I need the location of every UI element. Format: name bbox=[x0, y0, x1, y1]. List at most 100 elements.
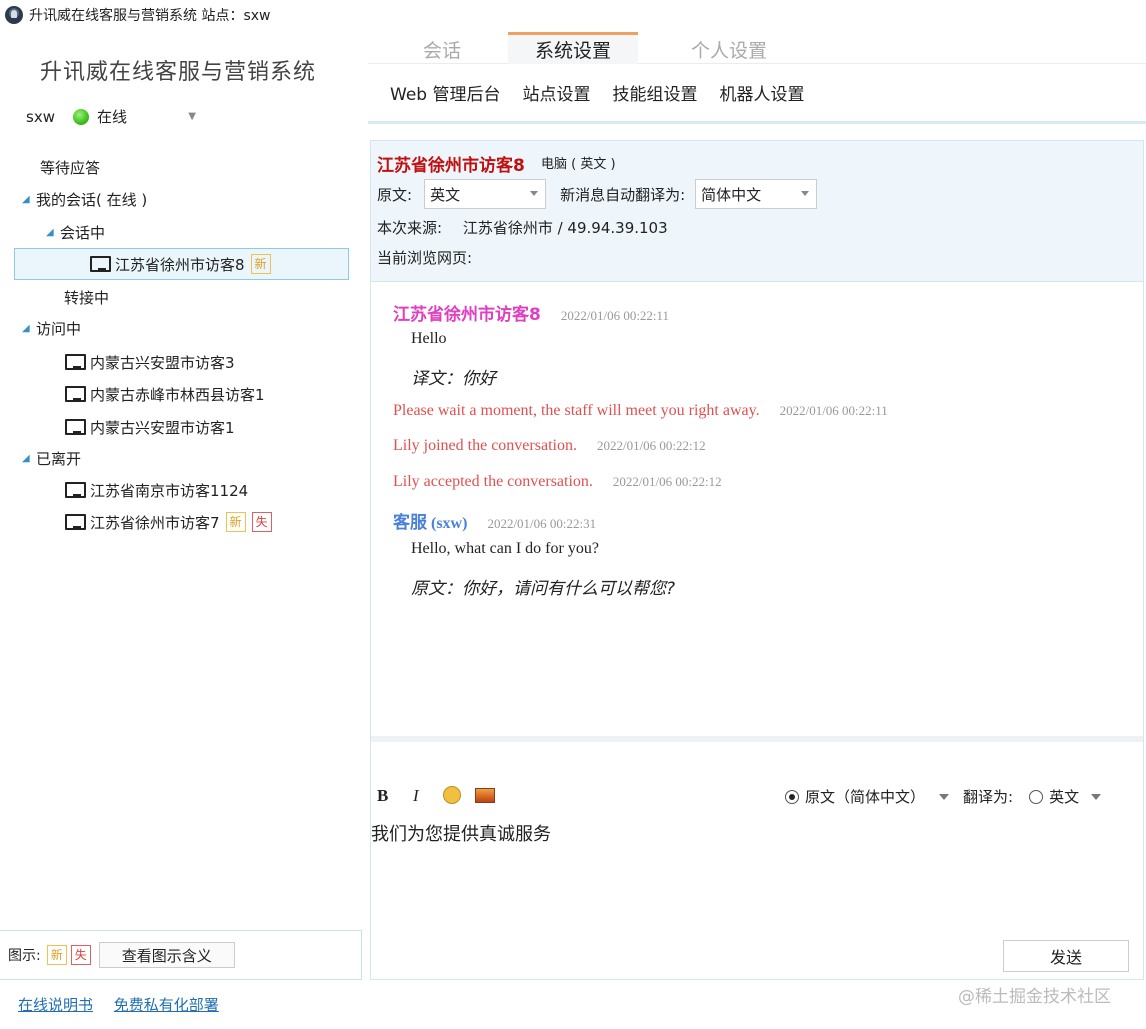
monitor-icon bbox=[64, 513, 86, 531]
chat-history[interactable]: 江苏省徐州市访客8 2022/01/06 00:22:11 Hello 译文：你… bbox=[370, 282, 1144, 736]
visitor-label: 江苏省徐州市访客8 bbox=[115, 255, 245, 274]
tab-conversation[interactable]: 会话 bbox=[394, 34, 490, 64]
tree-label: 已离开 bbox=[36, 449, 82, 468]
expand-triangle-icon[interactable]: ◢ bbox=[22, 323, 36, 334]
agent-message-header: 客服 (sxw) 2022/01/06 00:22:31 bbox=[393, 508, 596, 533]
system-message-text: Lily joined the conversation. bbox=[393, 437, 577, 454]
system-message-text: Please wait a moment, the staff will mee… bbox=[393, 402, 760, 419]
tree-node-transferring[interactable]: 转接中 bbox=[64, 284, 109, 310]
italic-button[interactable]: I bbox=[413, 786, 419, 806]
new-badge: 新 bbox=[46, 945, 67, 965]
tree-item-visitor[interactable]: 江苏省徐州市访客7 新 失 bbox=[64, 509, 272, 535]
message-timestamp: 2022/01/06 00:22:12 bbox=[612, 474, 722, 489]
subtab-site-settings[interactable]: 站点设置 bbox=[522, 80, 590, 105]
tree-label: 转接中 bbox=[64, 288, 110, 307]
compose-language-options: 原文（简体中文） 翻译为: 英文 bbox=[785, 786, 1109, 807]
tree-label: 等待应答 bbox=[40, 158, 101, 177]
caret-down-icon[interactable] bbox=[1091, 793, 1102, 800]
sender-username: (sxw) bbox=[431, 515, 468, 532]
legend-bar: 图示: 新 失 查看图示含义 bbox=[0, 930, 362, 980]
monitor-icon bbox=[64, 385, 86, 403]
expand-triangle-icon[interactable]: ◢ bbox=[46, 227, 60, 238]
compose-area: B I 原文（简体中文） 翻译为: 英文 我们为您提供真诚服务 发送 bbox=[370, 742, 1144, 980]
visitor-label: 江苏省南京市访客1124 bbox=[90, 481, 249, 500]
tree-item-selected-visitor[interactable]: 江苏省徐州市访客8 新 bbox=[14, 248, 349, 280]
original-radio[interactable] bbox=[785, 789, 799, 804]
subtab-web-admin[interactable]: Web 管理后台 bbox=[390, 80, 500, 105]
caret-down-icon bbox=[801, 191, 810, 196]
message-input[interactable]: 我们为您提供真诚服务 bbox=[371, 820, 551, 846]
private-deploy-link[interactable]: 免费私有化部署 bbox=[114, 996, 219, 1014]
tree-item-visitor[interactable]: 内蒙古兴安盟市访客3 bbox=[64, 349, 235, 375]
tree-label: 我的会话( 在线 ) bbox=[36, 190, 148, 209]
new-badge: 新 bbox=[250, 254, 271, 274]
view-legend-button[interactable]: 查看图示含义 bbox=[98, 942, 235, 968]
watermark: @稀土掘金技术社区 bbox=[958, 987, 1111, 1007]
tree-label: 访问中 bbox=[36, 319, 82, 338]
status-label: 在线 bbox=[96, 108, 127, 126]
message-original: 原文：你好，请问有什么可以帮您? bbox=[411, 579, 676, 599]
message-text: Hello bbox=[411, 330, 447, 347]
tree-node-my-sessions[interactable]: ◢ 我的会话( 在线 ) bbox=[22, 186, 147, 212]
tree-label: 会话中 bbox=[60, 223, 106, 242]
tree-node-in-session[interactable]: ◢ 会话中 bbox=[46, 219, 105, 245]
emoji-icon[interactable] bbox=[443, 786, 461, 804]
expand-triangle-icon[interactable]: ◢ bbox=[22, 453, 36, 464]
footer-links: 在线说明书 免费私有化部署 bbox=[18, 994, 235, 1015]
monitor-icon bbox=[64, 418, 86, 436]
settings-subtabs: Web 管理后台 站点设置 技能组设置 机器人设置 bbox=[368, 64, 1146, 124]
translate-radio[interactable] bbox=[1029, 789, 1044, 804]
system-title: 升讯威在线客服与营销系统 bbox=[40, 60, 317, 85]
source-label: 本次来源: bbox=[377, 219, 443, 237]
system-message: Lily accepted the conversation. 2022/01/… bbox=[393, 473, 722, 491]
send-button[interactable]: 发送 bbox=[1003, 940, 1129, 972]
app-icon bbox=[5, 6, 23, 24]
user-status-dropdown[interactable]: sxw 在线 ▼ bbox=[26, 106, 196, 127]
tab-system-settings[interactable]: 系统设置 bbox=[508, 32, 638, 64]
monitor-icon bbox=[64, 353, 86, 371]
tab-personal-settings[interactable]: 个人设置 bbox=[664, 34, 794, 64]
caret-down-icon: ▼ bbox=[188, 111, 196, 122]
auto-translate-label: 新消息自动翻译为: bbox=[560, 185, 686, 204]
system-message: Lily joined the conversation. 2022/01/06… bbox=[393, 437, 706, 455]
customer-message-header: 江苏省徐州市访客8 2022/01/06 00:22:11 bbox=[393, 300, 669, 325]
expand-triangle-icon[interactable]: ◢ bbox=[22, 194, 36, 205]
message-timestamp: 2022/01/06 00:22:11 bbox=[560, 308, 670, 323]
caret-down-icon[interactable] bbox=[939, 793, 950, 800]
translate-to-label: 翻译为: bbox=[963, 788, 1014, 806]
manual-link[interactable]: 在线说明书 bbox=[18, 996, 93, 1014]
tree-item-visitor[interactable]: 内蒙古兴安盟市访客1 bbox=[64, 414, 235, 440]
visitor-device: 电脑 ( 英文 ) bbox=[541, 157, 616, 172]
tree-node-visiting[interactable]: ◢ 访问中 bbox=[22, 315, 81, 341]
monitor-icon bbox=[89, 255, 111, 273]
auto-translate-select[interactable]: 简体中文 bbox=[695, 179, 818, 209]
left-panel: 升讯威在线客服与营销系统 sxw 在线 ▼ 等待应答 ◢ 我的会话( 在线 ) … bbox=[0, 30, 368, 980]
subtab-skill-group-settings[interactable]: 技能组设置 bbox=[612, 80, 697, 105]
message-timestamp: 2022/01/06 00:22:12 bbox=[596, 438, 706, 453]
tree-node-waiting[interactable]: 等待应答 bbox=[40, 154, 100, 180]
visitor-label: 内蒙古兴安盟市访客3 bbox=[90, 353, 235, 372]
original-lang-select[interactable]: 英文 bbox=[424, 179, 547, 209]
message-timestamp: 2022/01/06 00:22:31 bbox=[487, 516, 597, 531]
tree-item-visitor[interactable]: 内蒙古赤峰市林西县访客1 bbox=[64, 381, 265, 407]
main-tabs: 会话 系统设置 个人设置 bbox=[368, 30, 1146, 64]
translation-row: 原文: 英文 新消息自动翻译为: 简体中文 bbox=[377, 179, 818, 209]
visitor-label: 江苏省徐州市访客7 bbox=[90, 513, 220, 532]
subtab-robot-settings[interactable]: 机器人设置 bbox=[719, 80, 804, 105]
title-bar: 升讯威在线客服与营销系统 站点：sxw bbox=[0, 0, 1146, 30]
system-message-text: Lily accepted the conversation. bbox=[393, 473, 593, 490]
visitor-name: 江苏省徐州市访客8 bbox=[377, 156, 525, 176]
visitor-info-panel: 江苏省徐州市访客8 电脑 ( 英文 ) 原文: 英文 新消息自动翻译为: 简体中… bbox=[370, 140, 1144, 282]
source-row: 本次来源: 江苏省徐州市 / 49.94.39.103 bbox=[377, 217, 668, 238]
lost-badge: 失 bbox=[251, 512, 272, 532]
image-icon[interactable] bbox=[475, 788, 495, 803]
source-value: 江苏省徐州市 / 49.94.39.103 bbox=[462, 219, 668, 237]
bold-button[interactable]: B bbox=[377, 786, 388, 806]
original-lang-label: 原文: bbox=[377, 185, 413, 204]
system-message: Please wait a moment, the staff will mee… bbox=[393, 402, 888, 420]
window-title: 升讯威在线客服与营销系统 站点：sxw bbox=[29, 8, 271, 24]
tree-item-visitor[interactable]: 江苏省南京市访客1124 bbox=[64, 477, 248, 503]
tree-node-left[interactable]: ◢ 已离开 bbox=[22, 445, 81, 471]
caret-down-icon bbox=[530, 191, 539, 196]
original-option-label: 原文（简体中文） bbox=[805, 788, 926, 806]
